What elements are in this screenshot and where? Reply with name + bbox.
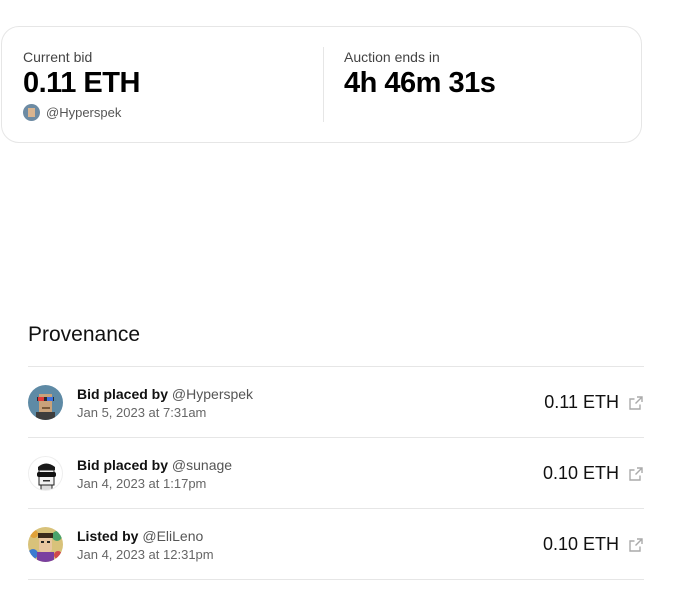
card-divider bbox=[323, 47, 324, 122]
action-text: Bid placed by bbox=[77, 457, 169, 473]
bidder-handle[interactable]: @Hyperspek bbox=[46, 105, 121, 120]
current-bidder[interactable]: @Hyperspek bbox=[23, 104, 121, 121]
auction-ends-label: Auction ends in bbox=[344, 49, 440, 65]
provenance-row: Bid placed by @Hyperspek Jan 5, 2023 at … bbox=[28, 367, 644, 437]
user-handle[interactable]: @Hyperspek bbox=[172, 386, 253, 402]
action-text: Bid placed by bbox=[77, 386, 169, 402]
auction-card: Current bid 0.11 ETH @Hyperspek Auction … bbox=[1, 26, 642, 143]
action-text: Listed by bbox=[77, 528, 139, 544]
provenance-row: Bid placed by @sunage Jan 4, 2023 at 1:1… bbox=[28, 438, 644, 508]
current-bid-value: 0.11 ETH bbox=[23, 67, 140, 99]
provenance-amount: 0.10 ETH bbox=[542, 463, 619, 483]
provenance-amount: 0.10 ETH bbox=[542, 534, 619, 554]
provenance-action: Bid placed by @sunage bbox=[77, 457, 232, 473]
current-bid-label: Current bid bbox=[23, 49, 93, 65]
avatar[interactable] bbox=[28, 385, 63, 420]
external-link-icon[interactable] bbox=[628, 466, 644, 482]
provenance-title: Provenance bbox=[28, 323, 141, 346]
provenance-action: Listed by @EliLeno bbox=[77, 528, 203, 544]
provenance-row: Listed by @EliLeno Jan 4, 2023 at 12:31p… bbox=[28, 509, 644, 579]
provenance-action: Bid placed by @Hyperspek bbox=[77, 386, 253, 402]
avatar[interactable] bbox=[28, 527, 63, 562]
provenance-date: Jan 4, 2023 at 12:31pm bbox=[77, 547, 214, 562]
user-handle[interactable]: @sunage bbox=[172, 457, 232, 473]
auction-countdown: 4h 46m 31s bbox=[344, 67, 496, 99]
provenance-divider bbox=[28, 579, 644, 580]
user-handle[interactable]: @EliLeno bbox=[142, 528, 203, 544]
avatar[interactable] bbox=[28, 456, 63, 491]
provenance-amount: 0.11 ETH bbox=[544, 392, 619, 412]
external-link-icon[interactable] bbox=[628, 537, 644, 553]
provenance-date: Jan 4, 2023 at 1:17pm bbox=[77, 476, 207, 491]
external-link-icon[interactable] bbox=[628, 395, 644, 411]
provenance-date: Jan 5, 2023 at 7:31am bbox=[77, 405, 207, 420]
bidder-avatar[interactable] bbox=[23, 104, 40, 121]
